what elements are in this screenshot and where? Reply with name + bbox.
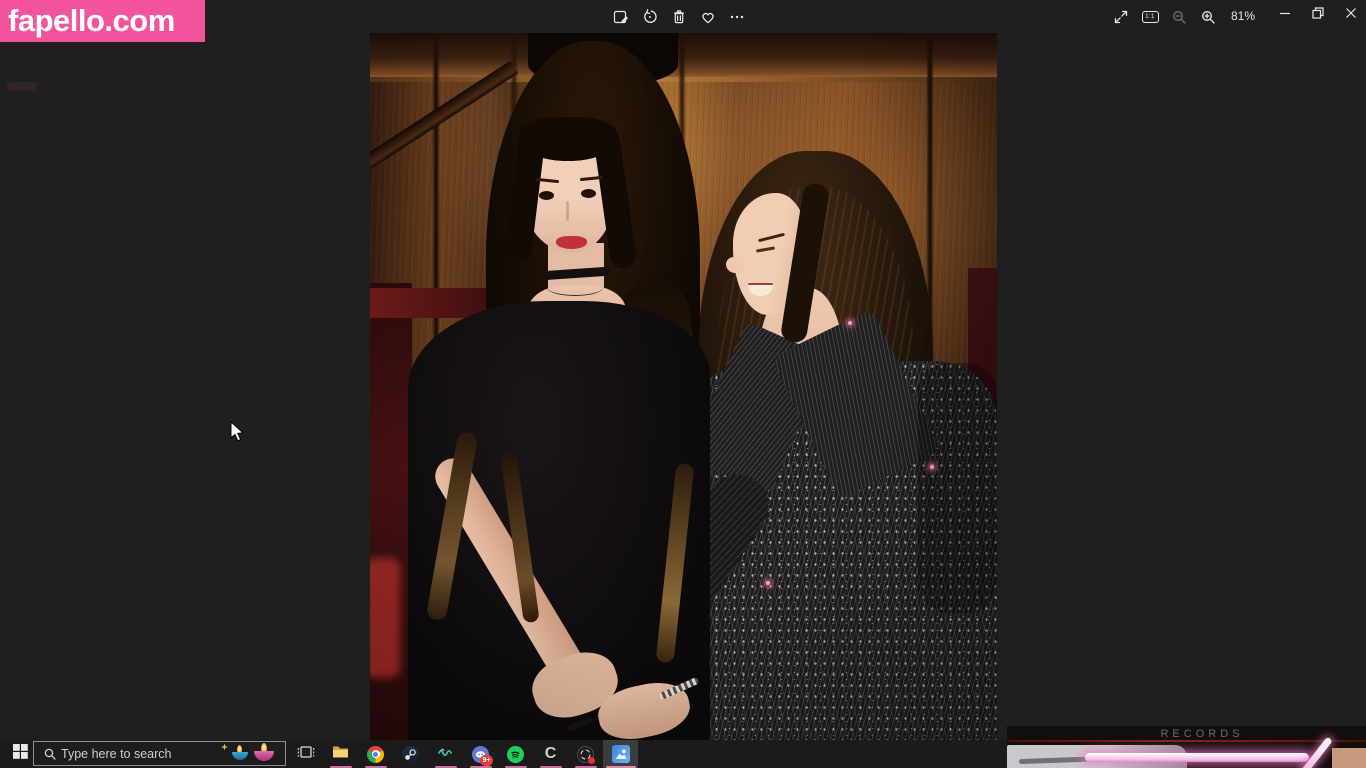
actual-size-icon: 1:1 [1142, 11, 1159, 23]
file-explorer-icon [331, 742, 350, 766]
zoom-level: 81% [1228, 4, 1255, 29]
obs-studio-button[interactable] [568, 740, 603, 768]
restore-button[interactable] [1301, 0, 1334, 30]
discord-badge: 9+ [480, 755, 493, 766]
faint-watermark-artifact [7, 82, 37, 91]
fullscreen-icon [1112, 8, 1130, 26]
task-view-button[interactable] [288, 740, 323, 768]
teal-wave-app-button[interactable] [428, 740, 463, 768]
photo-canvas[interactable] [370, 33, 997, 740]
corner-video-overlay: RECORDS [1007, 726, 1366, 768]
window-controls [1268, 0, 1366, 30]
view-controls: 1:1 81% [1112, 4, 1255, 29]
search-icon [43, 747, 57, 761]
mouse-cursor [230, 421, 246, 448]
edit-image-button[interactable] [612, 4, 630, 29]
photo-vignette [370, 33, 997, 740]
photos-app-window: 1:1 81% fapello.com [0, 0, 1366, 768]
actual-size-button[interactable]: 1:1 [1141, 4, 1159, 29]
record-dot-icon [588, 757, 595, 764]
diya-lamp-icon [254, 751, 274, 761]
steam-button[interactable] [393, 740, 428, 768]
teal-wave-icon [436, 742, 456, 767]
chrome-button[interactable] [358, 740, 393, 768]
overlay-red-line [1007, 740, 1366, 742]
neon-tube [1085, 753, 1309, 762]
fapello-watermark-text: fapello.com [0, 3, 175, 39]
trash-icon [670, 8, 688, 26]
fapello-watermark: fapello.com [0, 0, 205, 42]
photo-toolbar [612, 4, 746, 29]
c-app-icon: C [545, 746, 557, 762]
sparkle-icon [221, 744, 228, 751]
close-button[interactable] [1334, 0, 1366, 30]
spotify-button[interactable] [498, 740, 533, 768]
rotate-icon [641, 8, 659, 26]
minimize-button[interactable] [1268, 0, 1301, 30]
zoom-out-button[interactable] [1170, 4, 1188, 29]
taskbar-search[interactable] [33, 741, 286, 766]
favorite-button[interactable] [699, 4, 717, 29]
restore-icon [1309, 4, 1327, 27]
discord-button[interactable]: 9+ [463, 740, 498, 768]
chrome-icon [367, 746, 384, 763]
edit-image-icon [612, 8, 630, 26]
zoom-out-icon [1170, 8, 1188, 26]
rotate-button[interactable] [641, 4, 659, 29]
zoom-in-icon [1199, 8, 1217, 26]
fullscreen-button[interactable] [1112, 4, 1130, 29]
delete-button[interactable] [670, 4, 688, 29]
heart-icon [699, 8, 717, 26]
spotify-icon [507, 746, 524, 763]
zoom-in-button[interactable] [1199, 4, 1217, 29]
photos-app-button[interactable] [603, 740, 638, 768]
obs-studio-icon [577, 746, 594, 763]
discord-icon: 9+ [472, 746, 489, 763]
file-explorer-button[interactable] [323, 740, 358, 768]
steam-icon [402, 746, 419, 763]
close-icon [1342, 4, 1360, 27]
overlay-tan-patch [1332, 748, 1366, 768]
diwali-diya-doodle-icon[interactable] [219, 742, 281, 766]
taskbar-apps: 9+ C [288, 740, 638, 768]
minimize-icon [1276, 4, 1294, 27]
ellipsis-icon [728, 8, 746, 26]
search-input[interactable] [57, 747, 219, 761]
diya-lamp-icon [232, 752, 248, 760]
photos-app-icon [612, 745, 630, 763]
task-view-icon [296, 742, 316, 767]
windows-logo-icon [13, 744, 28, 764]
c-app-button[interactable]: C [533, 740, 568, 768]
see-more-button[interactable] [728, 4, 746, 29]
